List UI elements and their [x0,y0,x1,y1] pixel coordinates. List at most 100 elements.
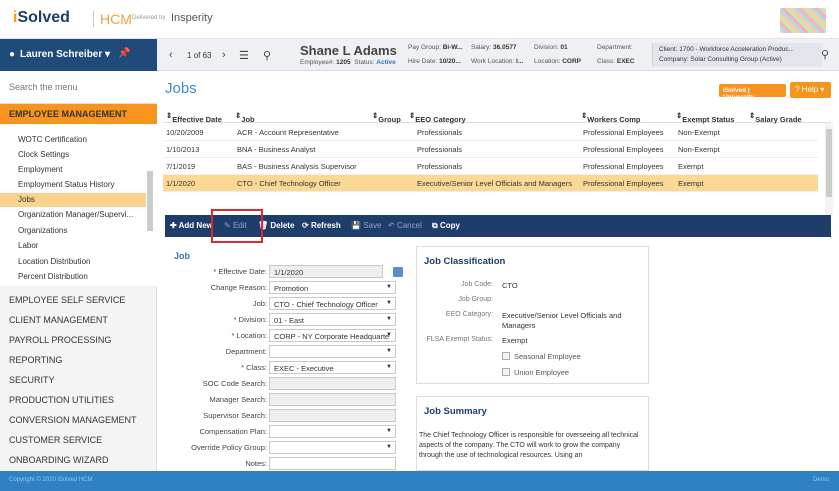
manager-search-input[interactable] [269,393,396,406]
sidebar-section[interactable]: CLIENT MANAGEMENT [9,315,108,325]
soc-code-search-input[interactable] [269,377,396,390]
client-company-selector[interactable]: Client: 1700 - Workforce Acceleration Pr… [652,43,822,67]
salary: Salary: 36.0577 [471,44,517,51]
scroll-thumb[interactable] [826,129,832,197]
delete-button[interactable]: 🗑 Delete [258,221,294,230]
grid-scrollbar[interactable] [825,123,833,215]
effective-date-field[interactable]: 1/1/2020 [269,265,383,278]
override-policy-group-select[interactable]: ▼ [269,441,396,454]
sidebar-item[interactable]: Organizations [18,226,67,235]
next-employee-icon[interactable]: › [222,49,226,61]
sidebar-section[interactable]: ONBOARDING WIZARD [9,455,109,465]
seasonal-employee-checkbox[interactable]: Seasonal Employee [502,352,581,361]
company-avatar [780,8,826,33]
copy-button[interactable]: ⧉ Copy [432,221,460,231]
sidebar-scrollbar[interactable] [146,131,154,281]
refresh-button[interactable]: ⟳ Refresh [302,221,341,230]
calendar-icon[interactable] [393,267,403,277]
class: Class: EXEC [597,58,635,65]
user-bar: ● Lauren Schreiber ▾ 📌 [0,39,157,71]
sidebar-section[interactable]: SECURITY [9,375,55,385]
employee-pager: 1 of 63 [187,51,212,60]
field-label: SOC Code Search: [202,379,267,388]
field-label: Change Reason: [210,283,267,292]
table-row[interactable]: 10/20/2009 ACR - Account Representative Pr… [163,124,818,141]
sidebar-section[interactable]: PAYROLL PROCESSING [9,335,111,345]
class-select[interactable]: EXEC - Executive ▼ [269,361,396,374]
cancel-button[interactable]: ↶ Cancel [388,221,422,230]
card-title: Job Summary [424,406,487,417]
col-header[interactable]: ⇕ Workers Comp [581,111,641,124]
field-label: * Location: [231,331,267,340]
notes-field[interactable] [269,457,396,470]
copyright-text: Copyright © 2020 iSolved HCM [9,477,93,483]
flsa-label: FLSA Exempt Status: [426,336,493,343]
col-header[interactable]: ⇕ Salary Grade [749,111,802,124]
sidebar-submenu: WOTC Certification Clock Settings Employ… [0,124,157,286]
col-header[interactable]: ⇕ Exempt Status [676,111,734,124]
isolved-logo[interactable]: iSolved [13,9,70,27]
job-code-value: CTO [502,281,518,290]
field-label: Manager Search: [209,395,267,404]
col-header[interactable]: ⇕ Effective Date [166,111,222,124]
delivered-by-text: Delivered by [132,15,166,21]
employee-header: ‹ 1 of 63 › ☰ ⚲ Shane L Adams Employee#:… [157,39,839,71]
change-reason-select[interactable]: Promotion ▼ [269,281,396,294]
prev-employee-icon[interactable]: ‹ [169,49,173,61]
table-row[interactable]: 7/1/2019 BAS - Business Analysis Supervis… [163,158,818,175]
department-select[interactable]: ▼ [269,345,396,358]
sidebar-section[interactable]: CONVERSION MANAGEMENT [9,415,137,425]
table-row[interactable]: 1/10/2013 BNA - Business Analyst Professio… [163,141,818,158]
sidebar-item-jobs[interactable]: Jobs [0,193,146,207]
location-select[interactable]: CORP - NY Corporate Headquarte ▼ [269,329,396,342]
job-select[interactable]: CTO - Chief Technology Officer ▼ [269,297,396,310]
field-label: Notes: [245,459,267,468]
col-header[interactable]: ⇕ Group [372,111,401,124]
main-content: Jobs iSolved | University ? Help ▾ ⇕ Eff… [157,71,839,471]
field-label: * Effective Date: [213,267,267,276]
action-toolbar: ✚ Add New ✎ Edit 🗑 Delete ⟳ Refresh 💾 Sa… [165,215,831,237]
sidebar-item[interactable]: Clock Settings [18,150,69,159]
help-button[interactable]: ? Help ▾ [790,82,831,98]
pin-icon[interactable]: 📌 [118,48,130,59]
sidebar-item[interactable]: Location Distribution [18,257,90,266]
field-label: Override Policy Group: [191,443,267,452]
footer: Copyright © 2020 iSolved HCM Demo [0,471,839,491]
job-group-label: Job Group: [458,296,493,303]
sidebar-item[interactable]: WOTC Certification [18,135,87,144]
flsa-value: Exempt [502,336,528,345]
division: Division: 01 [534,44,568,51]
sidebar-section[interactable]: CUSTOMER SERVICE [9,435,102,445]
sidebar-item[interactable]: Percent Distribution [18,272,88,281]
sidebar-section-employee-management[interactable]: EMPLOYEE MANAGEMENT [0,104,157,124]
compensation-plan-select[interactable]: ▼ [269,425,396,438]
university-button[interactable]: iSolved | University [719,84,786,101]
supervisor-search-input[interactable] [269,409,396,422]
sidebar-section[interactable]: REPORTING [9,355,62,365]
sidebar-item[interactable]: Labor [18,241,38,250]
client-search-icon[interactable]: ⚲ [821,48,829,61]
search-icon[interactable]: ⚲ [263,49,271,62]
sidebar-item[interactable]: Employment [18,165,62,174]
card-title: Job Classification [424,256,506,267]
scroll-thumb[interactable] [147,171,153,231]
field-label: Supervisor Search: [203,411,267,420]
save-button[interactable]: 💾 Save [351,221,381,230]
sidebar-item[interactable]: Employment Status History [18,180,114,189]
col-header[interactable]: ⇕ Job [235,111,255,124]
union-employee-checkbox[interactable]: Union Employee [502,368,569,377]
menu-search-input[interactable]: Search the menu [0,71,157,104]
sidebar-section[interactable]: EMPLOYEE SELF SERVICE [9,295,125,305]
job-code-label: Job Code: [461,281,493,288]
add-new-button[interactable]: ✚ Add New [170,221,213,230]
employee-sub: Employee#: 1205 Status: Active [300,59,396,66]
user-menu[interactable]: Lauren Schreiber ▾ [20,49,110,60]
list-icon[interactable]: ☰ [239,49,249,62]
chevron-down-icon: ▼ [386,300,392,306]
division-select[interactable]: 01 - East ▼ [269,313,396,326]
col-header[interactable]: ⇕ EEO Category [409,111,466,124]
sidebar-section[interactable]: PRODUCTION UTILITIES [9,395,114,405]
chevron-down-icon: ▼ [386,316,392,322]
table-row-selected[interactable]: 1/1/2020 CTO - Chief Technology Officer Ex… [163,175,818,192]
sidebar-item[interactable]: Organization Manager/Supervi... [18,210,133,219]
